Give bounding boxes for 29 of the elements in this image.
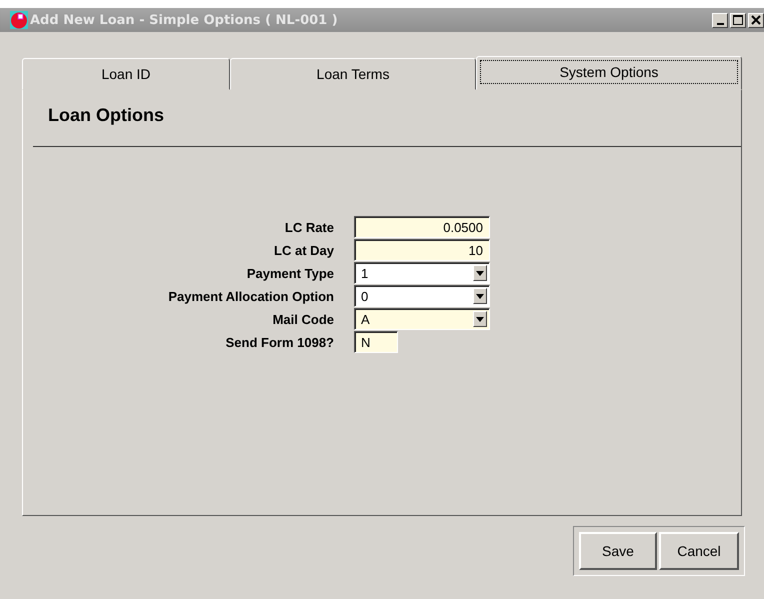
dialog-button[interactable]: Cancel	[659, 532, 739, 570]
field-label: LC at Day	[274, 242, 334, 258]
close-icon	[751, 15, 761, 25]
minimize-button[interactable]	[712, 12, 728, 28]
input-field[interactable]: 10	[354, 239, 490, 261]
tab[interactable]: Loan ID	[22, 58, 230, 90]
caret-icon	[476, 294, 484, 298]
field-label: Send Form 1098?	[226, 334, 334, 350]
minimize-icon	[716, 22, 724, 24]
dropdown-field[interactable]: 1	[354, 262, 490, 284]
close-button[interactable]	[748, 12, 764, 28]
field-label: Mail Code	[272, 312, 334, 326]
app-icon	[10, 11, 28, 29]
caret-icon	[476, 270, 484, 276]
field-label: LC Rate	[284, 220, 334, 234]
field-label: Payment Allocation Option	[168, 288, 334, 304]
window-title: Add New Loan - Simple Options ( NL-001 )	[30, 12, 338, 28]
maximize-icon	[733, 15, 743, 25]
input-field[interactable]: N	[354, 331, 398, 353]
dialog-button[interactable]: Save	[579, 532, 657, 570]
tab[interactable]: System Options	[476, 56, 742, 90]
field-label: Payment Type	[246, 266, 334, 280]
dropdown-field[interactable]: A	[354, 308, 490, 330]
input-field[interactable]: 0.0500	[354, 216, 490, 238]
maximize-button[interactable]	[730, 12, 746, 28]
tab[interactable]: Loan Terms	[230, 58, 476, 90]
caret-icon	[476, 316, 484, 322]
section-title: Loan Options	[47, 104, 165, 127]
dropdown-field[interactable]: 0	[354, 285, 490, 307]
